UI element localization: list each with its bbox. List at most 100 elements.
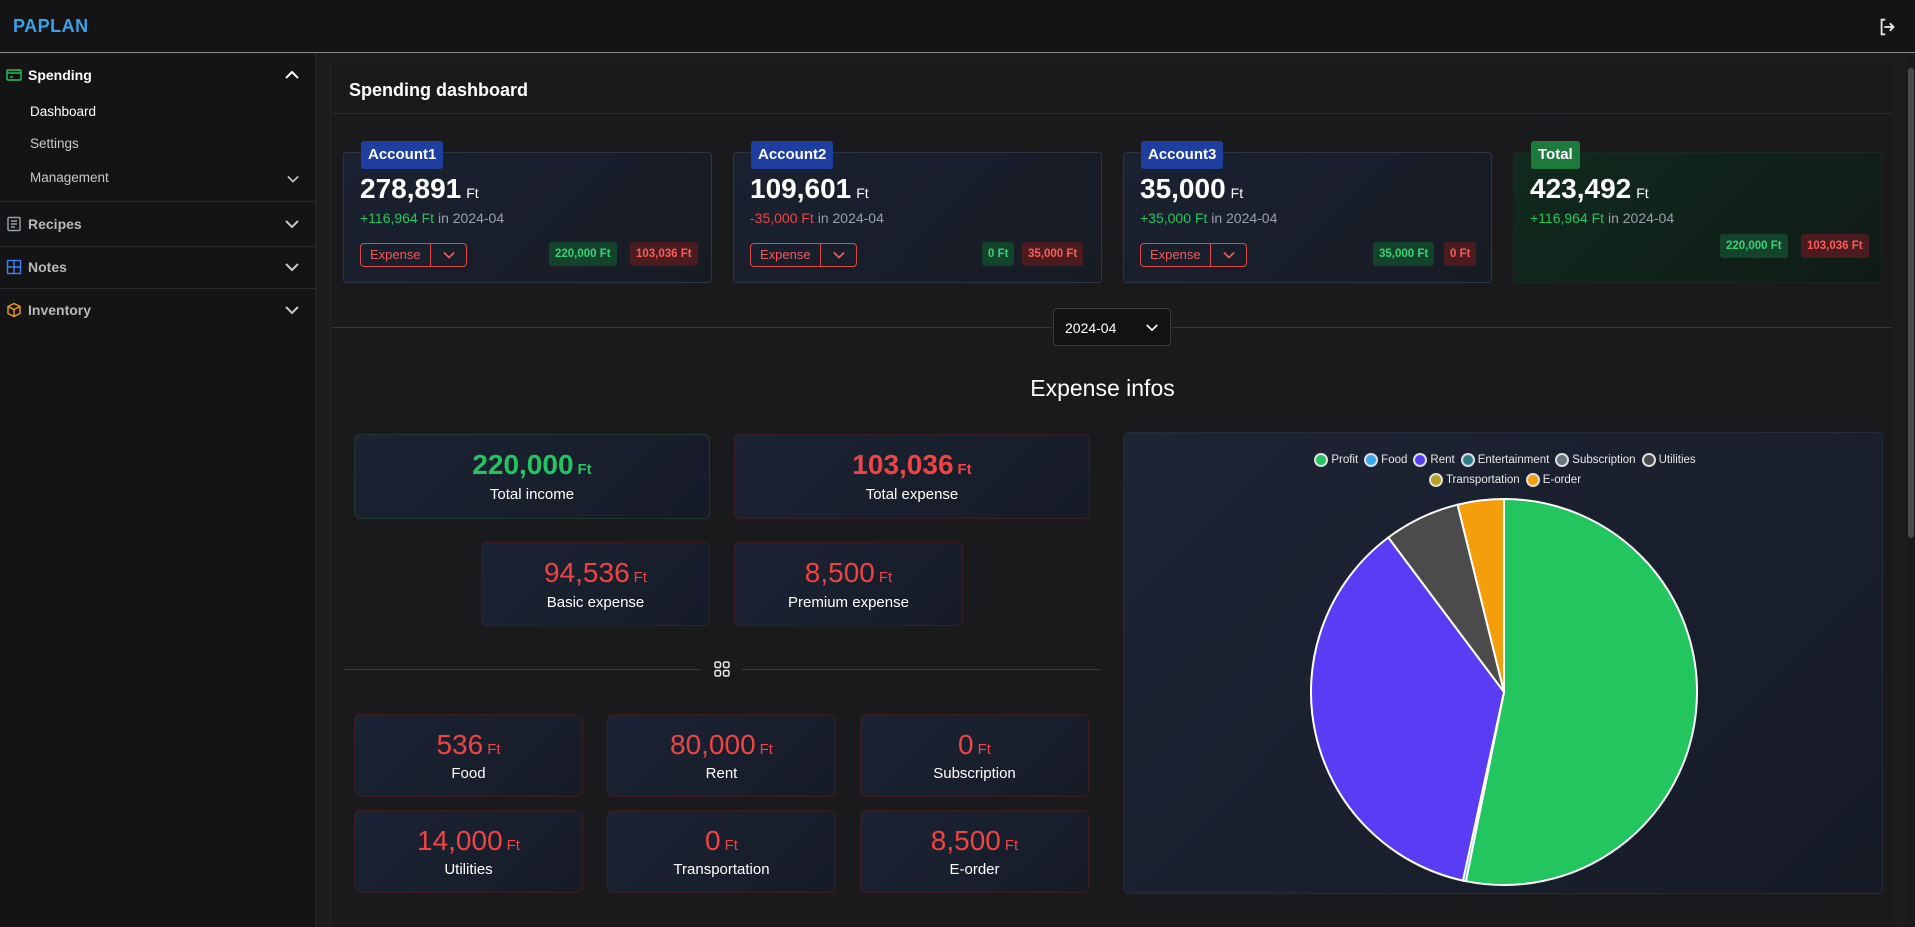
expense-badge: 35,000 Ft: [1022, 242, 1084, 266]
balance-change: +116,964 Ft in 2024-04: [360, 210, 504, 226]
logout-icon[interactable]: [1877, 16, 1899, 38]
card-value: 94,536 Ft: [482, 557, 709, 589]
change-value: +116,964 Ft: [1530, 210, 1605, 226]
credit-card-icon: [6, 69, 22, 81]
sidebar-item-management[interactable]: Management: [30, 170, 109, 185]
chevron-down-icon[interactable]: [286, 173, 300, 185]
change-value: +35,000 Ft: [1140, 210, 1208, 226]
balance-change: +116,964 Ft in 2024-04: [1530, 210, 1674, 226]
sidebar-section-notes[interactable]: Notes: [0, 246, 304, 288]
currency-unit: Ft: [577, 461, 592, 478]
currency-unit: Ft: [878, 569, 893, 586]
chart-legend: Profit Food Rent Entertainment Subscription U…: [1280, 450, 1730, 490]
divider: [332, 327, 1052, 328]
card-value: 0 Ft: [861, 729, 1088, 761]
account-name-badge: Account2: [751, 141, 834, 169]
account-card: Account2 109,601 Ft -35,000 Ft in 2024-04…: [733, 141, 1102, 283]
legend-item[interactable]: Food: [1364, 450, 1407, 470]
legend-item[interactable]: Rent: [1413, 450, 1455, 470]
legend-swatch: [1428, 472, 1443, 487]
expense-button[interactable]: Expense: [1141, 244, 1210, 266]
balance-value: 35,000: [1140, 173, 1226, 204]
card-value: 8,500 Ft: [861, 825, 1088, 857]
total-card: Total 423,492 Ft +116,964 Ft in 2024-04 2…: [1513, 141, 1882, 283]
account-card: Account3 35,000 Ft +35,000 Ft in 2024-04 …: [1123, 141, 1492, 283]
value-number: 80,000: [670, 729, 756, 760]
legend-item[interactable]: E-order: [1525, 470, 1582, 490]
sidebar-item-dashboard[interactable]: Dashboard: [30, 104, 96, 119]
card-value: 0 Ft: [608, 825, 835, 857]
chevron-down-icon: [832, 251, 845, 259]
expense-button[interactable]: Expense: [751, 244, 820, 266]
legend-item[interactable]: Transportation: [1428, 470, 1520, 490]
value-number: 8,500: [930, 825, 1001, 856]
change-period: in 2024-04: [437, 210, 505, 226]
chevron-down-icon[interactable]: [284, 303, 300, 317]
sidebar-item-settings[interactable]: Settings: [30, 136, 79, 151]
premium-expense-card: 8,500 Ft Premium expense: [734, 542, 963, 626]
expense-pie-chart[interactable]: [1309, 497, 1699, 887]
currency-unit: Ft: [1004, 837, 1019, 854]
chevron-down-icon[interactable]: [284, 260, 300, 274]
legend-label: Profit: [1331, 454, 1359, 466]
sidebar-section-spending[interactable]: Spending: [0, 54, 304, 96]
income-badge: 220,000 Ft: [549, 242, 617, 266]
divider: [0, 201, 316, 202]
legend-item[interactable]: Utilities: [1641, 450, 1696, 470]
box-icon: [7, 302, 21, 318]
expense-button[interactable]: Expense: [361, 244, 430, 266]
legend-swatch: [1413, 452, 1428, 467]
scrollbar-thumb[interactable]: [1908, 68, 1914, 538]
legend-label: Rent: [1430, 454, 1455, 466]
balance-change: +35,000 Ft in 2024-04: [1140, 210, 1277, 226]
change-value: -35,000 Ft: [750, 210, 814, 226]
grid-icon: [714, 661, 730, 677]
currency-unit: Ft: [506, 837, 520, 854]
legend-item[interactable]: Entertainment: [1460, 450, 1549, 470]
card-value: 103,036 Ft: [735, 449, 1089, 481]
expense-dropdown-button[interactable]: [819, 244, 856, 266]
card-label: Subscription: [933, 765, 1016, 782]
grid-icon: [6, 259, 22, 275]
basic-expense-card: 94,536 Ft Basic expense: [481, 542, 710, 626]
card-label: Total income: [489, 486, 575, 503]
legend-item[interactable]: Profit: [1314, 450, 1358, 470]
sidebar-section-label: Notes: [28, 259, 67, 275]
sidebar-section-recipes[interactable]: Recipes: [0, 203, 304, 245]
section-title: Expense infos: [1030, 375, 1175, 401]
income-badge: 35,000 Ft: [1373, 242, 1435, 266]
card-label: Premium expense: [788, 594, 909, 611]
legend-label: Food: [1381, 454, 1408, 466]
balance-value: 278,891: [360, 173, 462, 204]
value-number: 103,036: [852, 449, 954, 480]
legend-label: E-order: [1542, 474, 1582, 486]
brand-logo[interactable]: PAPLAN: [13, 16, 89, 37]
total-balance: 423,492 Ft: [1530, 173, 1649, 205]
legend-swatch: [1555, 452, 1570, 467]
month-select[interactable]: 2024-04: [1053, 308, 1171, 346]
change-value: +116,964 Ft: [360, 210, 435, 226]
legend-swatch: [1460, 452, 1475, 467]
chevron-up-icon[interactable]: [284, 68, 300, 82]
expense-dropdown-button[interactable]: [1209, 244, 1246, 266]
expense-dropdown-button[interactable]: [429, 244, 466, 266]
card-value: 80,000 Ft: [608, 729, 835, 761]
account-name-badge: Account1: [361, 141, 444, 169]
income-badge: 0 Ft: [982, 242, 1015, 266]
card-value: 220,000 Ft: [355, 449, 709, 481]
expense-button-group: Expense: [750, 243, 857, 267]
change-period: in 2024-04: [1607, 210, 1675, 226]
card-label: Rent: [705, 765, 738, 782]
sidebar-section-inventory[interactable]: Inventory: [0, 289, 304, 331]
value-number: 94,536: [544, 557, 630, 588]
chevron-down-icon[interactable]: [284, 217, 300, 231]
value-number: 536: [436, 729, 484, 760]
page-title: Spending dashboard: [349, 80, 529, 100]
currency-unit: Ft: [1230, 185, 1244, 201]
legend-item[interactable]: Subscription: [1555, 450, 1636, 470]
card-value: 536 Ft: [355, 729, 582, 761]
scrollbar[interactable]: [1907, 54, 1915, 927]
expense-button-group: Expense: [360, 243, 467, 267]
divider: [1172, 327, 1892, 328]
account-name-badge: Account3: [1141, 141, 1224, 169]
